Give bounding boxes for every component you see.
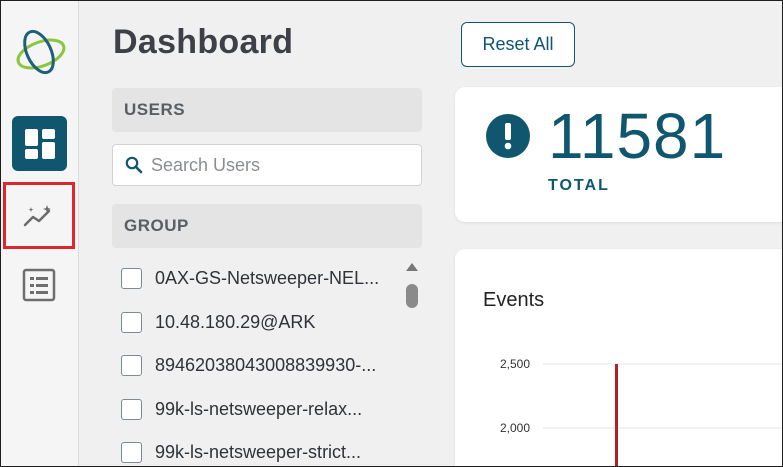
group-label: 10.48.180.29@ARK	[155, 311, 316, 332]
group-checkbox[interactable]	[121, 268, 142, 290]
group-label: 99k-ls-netsweeper-strict...	[155, 442, 362, 463]
logo-icon	[16, 29, 66, 75]
group-list-item[interactable]: 89462038043008839930-...	[112, 344, 402, 388]
group-list-item[interactable]: 99k-ls-netsweeper-relax...	[112, 388, 402, 432]
search-icon	[125, 156, 143, 174]
search-users-box[interactable]	[112, 144, 422, 186]
group-checkbox[interactable]	[121, 311, 142, 333]
event-spike-bar[interactable]	[615, 364, 618, 467]
y-tick-label: 2,000	[500, 421, 530, 435]
dashboard-grid-icon	[24, 128, 55, 159]
nav-rail	[1, 1, 79, 466]
page-title: Dashboard	[113, 23, 294, 61]
app-window: Dashboard USERS GROUP 0AX-GS-Netsweeper-…	[0, 0, 783, 467]
group-list-item[interactable]: 10.48.180.29@ARK	[112, 301, 402, 345]
events-chart: 2,500 2,000	[500, 357, 782, 467]
trend-sparkle-icon	[23, 204, 51, 226]
scroll-up-arrow-icon[interactable]	[406, 263, 418, 271]
total-count: 11581	[548, 100, 727, 172]
group-label: 0AX-GS-Netsweeper-NEL...	[155, 268, 380, 289]
group-label: 99k-ls-netsweeper-relax...	[155, 398, 363, 419]
total-card: 11581 TOTAL	[455, 87, 782, 222]
group-list-item[interactable]: 0AX-GS-Netsweeper-NEL...	[112, 257, 402, 301]
total-label: TOTAL	[548, 177, 610, 194]
group-section-header: GROUP	[112, 204, 422, 248]
reset-all-button[interactable]: Reset All	[461, 22, 575, 67]
y-tick-label: 2,500	[500, 357, 530, 371]
users-section-header: USERS	[112, 88, 422, 132]
nav-dashboard-button[interactable]	[12, 116, 67, 171]
group-list-scrollbar[interactable]	[402, 259, 422, 466]
nav-reports-button[interactable]	[21, 267, 57, 303]
group-checkbox[interactable]	[121, 398, 142, 420]
events-card: Events 2,500 2,000	[455, 249, 782, 467]
scroll-thumb[interactable]	[406, 284, 418, 308]
nav-trends-button[interactable]	[3, 182, 75, 249]
group-label: 89462038043008839930-...	[155, 355, 377, 376]
group-checkbox[interactable]	[121, 355, 142, 377]
search-users-input[interactable]	[151, 154, 401, 176]
group-list-item[interactable]: 99k-ls-netsweeper-strict...	[112, 431, 402, 466]
list-report-icon	[22, 268, 56, 302]
alert-circle-icon	[486, 114, 530, 158]
group-list: 0AX-GS-Netsweeper-NEL... 10.48.180.29@AR…	[112, 257, 402, 466]
group-checkbox[interactable]	[121, 442, 142, 464]
